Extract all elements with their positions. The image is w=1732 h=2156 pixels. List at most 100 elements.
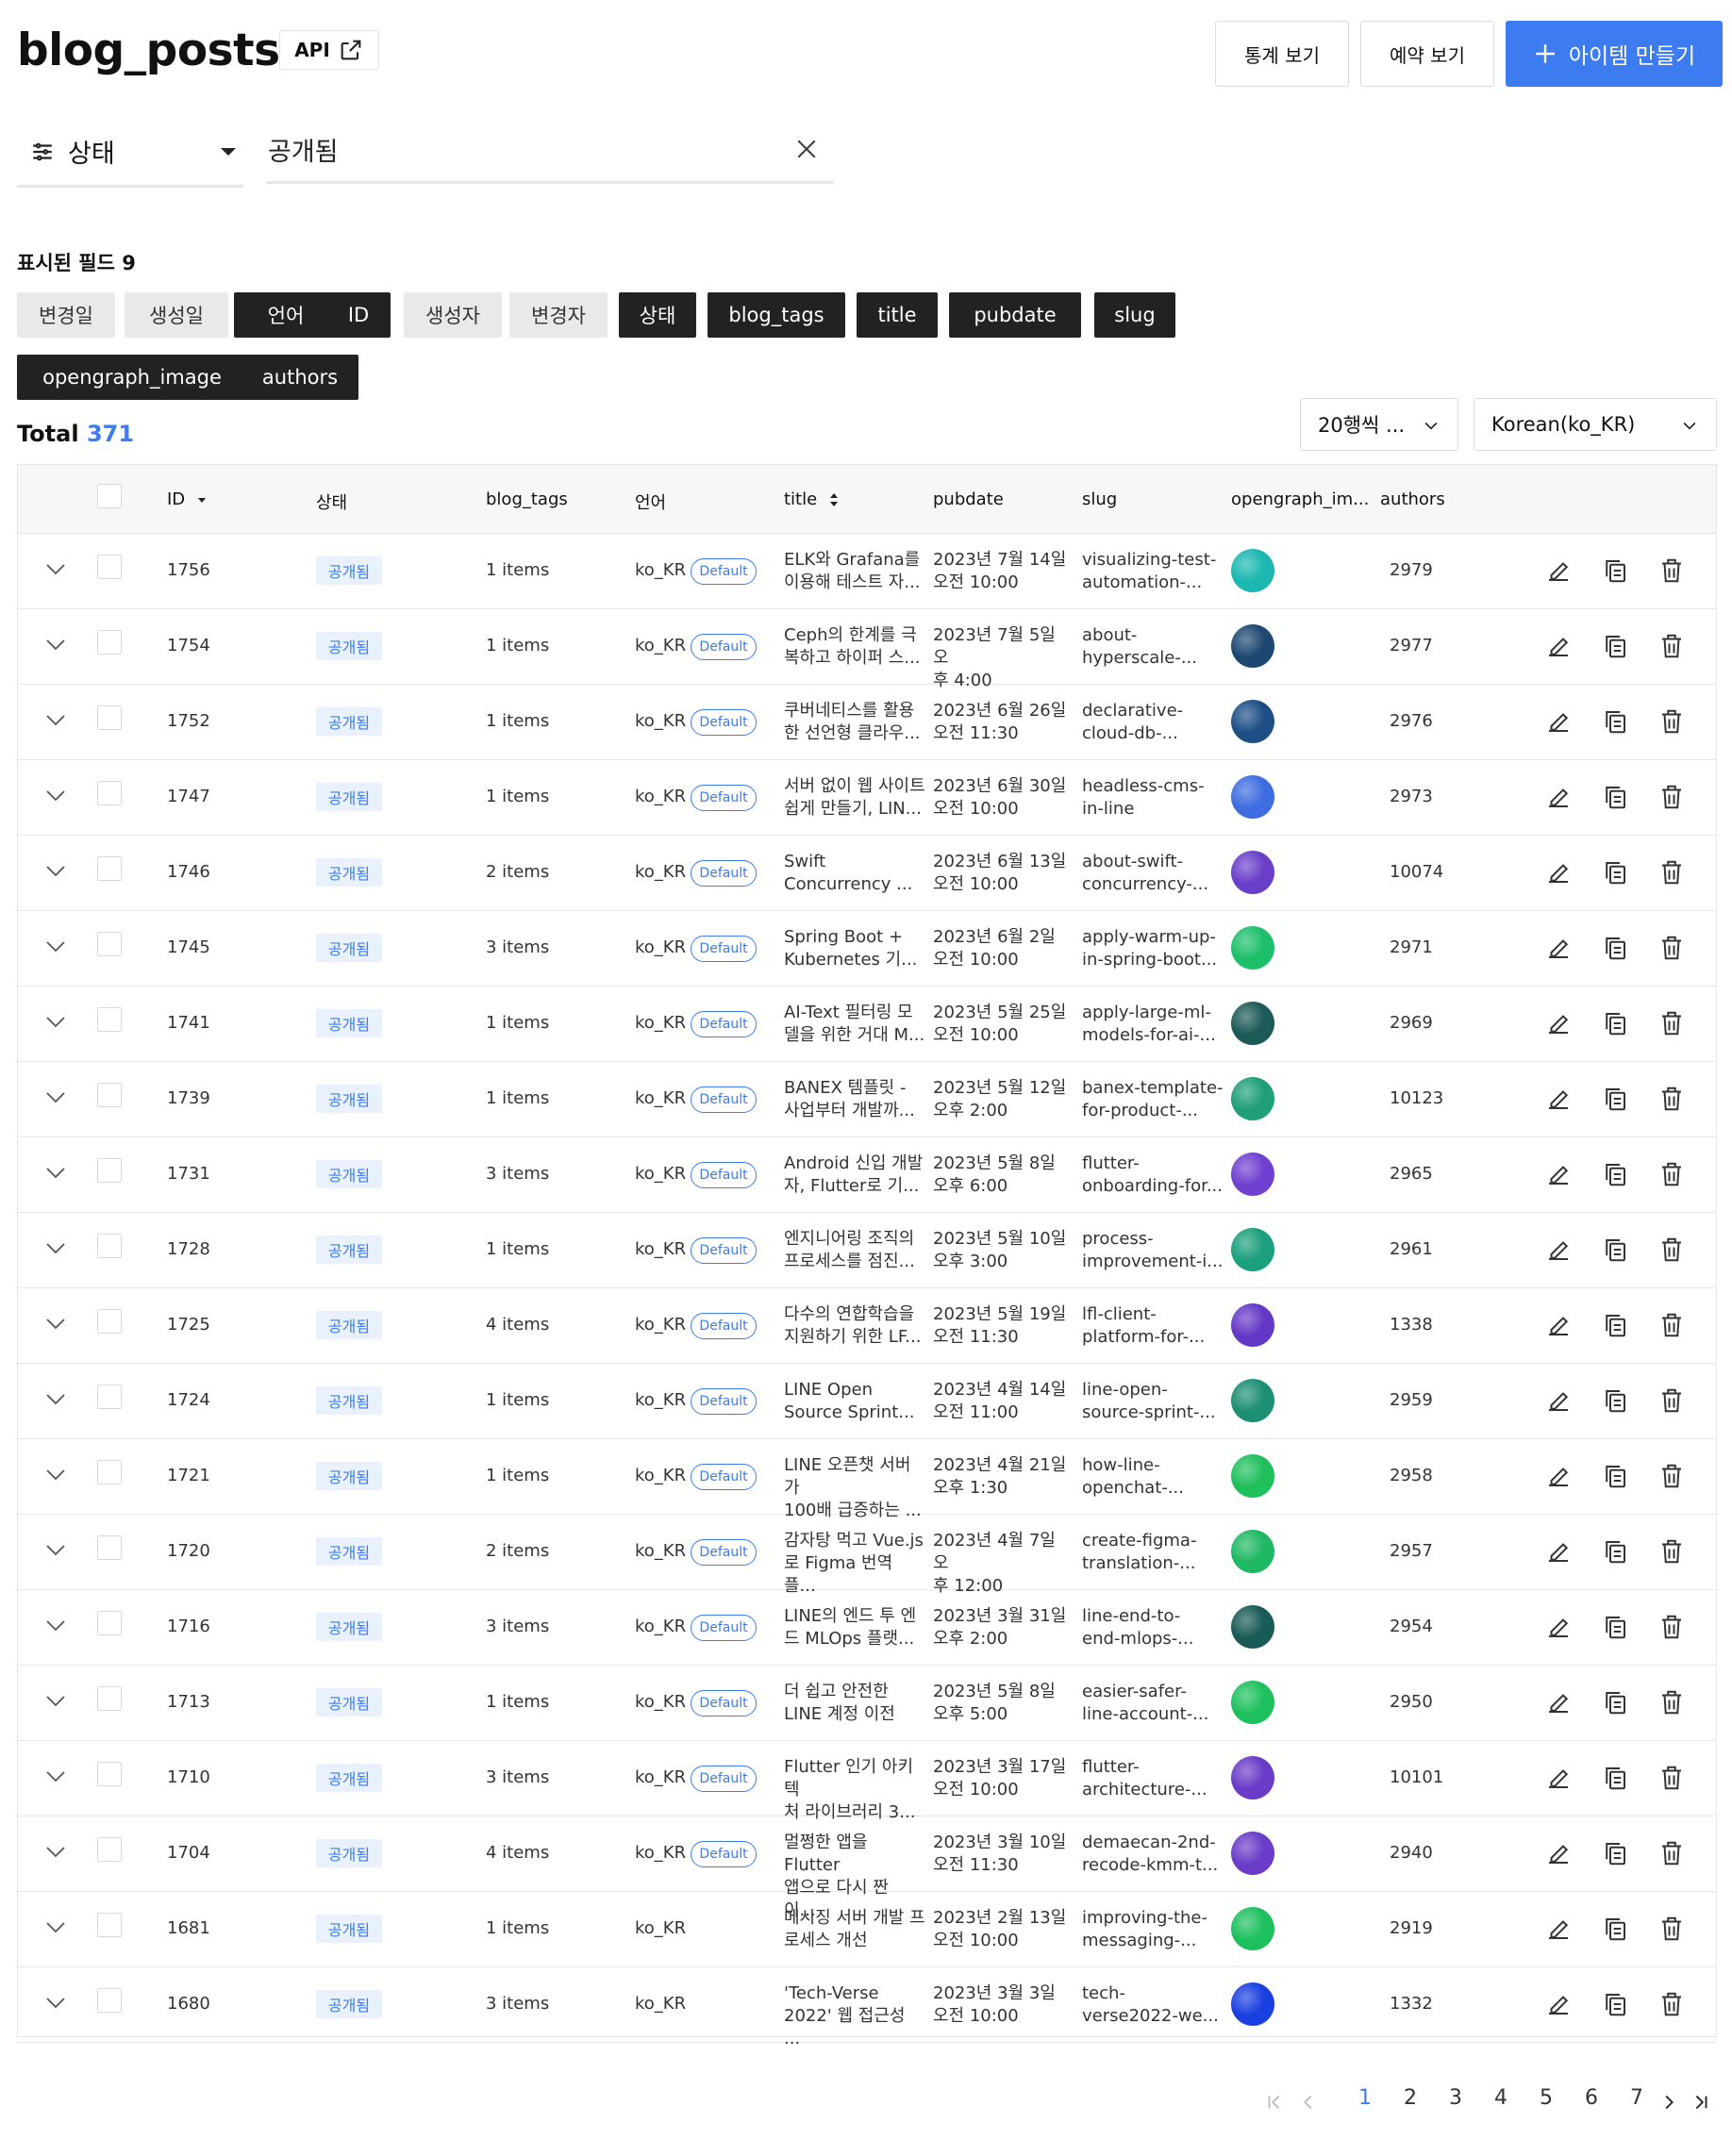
- trash-icon[interactable]: [1657, 934, 1686, 962]
- expand-chevron-icon[interactable]: [44, 1996, 67, 2011]
- edit-icon[interactable]: [1544, 1462, 1573, 1490]
- expand-chevron-icon[interactable]: [44, 562, 67, 577]
- table-row[interactable]: 1725 공개됨 4 items ko_KR Default 다수의 연합학습을 지원하기 …: [18, 1288, 1716, 1364]
- trash-icon[interactable]: [1657, 783, 1686, 811]
- edit-icon[interactable]: [1544, 707, 1573, 736]
- edit-icon[interactable]: [1544, 632, 1573, 660]
- table-row[interactable]: 1739 공개됨 1 items ko_KR Default BANEX 템플릿 - 사업부…: [18, 1062, 1716, 1137]
- copy-icon[interactable]: [1601, 934, 1629, 962]
- next-page-icon[interactable]: [1658, 2092, 1679, 2113]
- expand-chevron-icon[interactable]: [44, 1392, 67, 1407]
- table-row[interactable]: 1754 공개됨 1 items ko_KR Default Ceph의 한계를 극 복하고…: [18, 609, 1716, 690]
- trash-icon[interactable]: [1657, 1688, 1686, 1717]
- expand-chevron-icon[interactable]: [44, 1618, 67, 1634]
- column-header-title[interactable]: title: [784, 489, 840, 509]
- page-number[interactable]: 5: [1532, 2086, 1560, 2110]
- table-row[interactable]: 1746 공개됨 2 items ko_KR Default Swift Concurren…: [18, 836, 1716, 911]
- copy-icon[interactable]: [1601, 556, 1629, 585]
- table-row[interactable]: 1716 공개됨 3 items ko_KR Default LINE의 엔드 투 엔드 …: [18, 1590, 1716, 1666]
- edit-icon[interactable]: [1544, 1236, 1573, 1264]
- edit-icon[interactable]: [1544, 1839, 1573, 1867]
- field-chip[interactable]: 언어: [234, 292, 338, 338]
- row-checkbox[interactable]: [97, 1007, 122, 1032]
- column-header-image[interactable]: opengraph_im...: [1231, 489, 1369, 509]
- row-checkbox[interactable]: [97, 1385, 122, 1409]
- column-header-tags[interactable]: blog_tags: [486, 489, 568, 509]
- expand-chevron-icon[interactable]: [44, 1241, 67, 1256]
- table-row[interactable]: 1731 공개됨 3 items ko_KR Default Android 신입 개발 자…: [18, 1137, 1716, 1213]
- copy-icon[interactable]: [1601, 1085, 1629, 1113]
- filter-field-select[interactable]: 상태: [17, 118, 243, 188]
- rows-per-page-select[interactable]: 20행씩 ...: [1300, 398, 1458, 451]
- field-chip[interactable]: 생성자: [404, 292, 502, 338]
- edit-icon[interactable]: [1544, 1990, 1573, 2018]
- copy-icon[interactable]: [1601, 1311, 1629, 1339]
- trash-icon[interactable]: [1657, 1009, 1686, 1037]
- trash-icon[interactable]: [1657, 556, 1686, 585]
- trash-icon[interactable]: [1657, 1160, 1686, 1188]
- table-row[interactable]: 1681 공개됨 1 items ko_KR 메시징 서버 개발 프 로세스 개선 2023…: [18, 1892, 1716, 1967]
- table-row[interactable]: 1728 공개됨 1 items ko_KR Default 엔지니어링 조직의 프로세스를…: [18, 1213, 1716, 1288]
- expand-chevron-icon[interactable]: [44, 1468, 67, 1483]
- expand-chevron-icon[interactable]: [44, 1769, 67, 1784]
- field-chip[interactable]: authors: [241, 355, 358, 400]
- trash-icon[interactable]: [1657, 858, 1686, 887]
- column-header-id[interactable]: ID: [167, 489, 208, 509]
- trash-icon[interactable]: [1657, 1613, 1686, 1641]
- row-checkbox[interactable]: [97, 1762, 122, 1786]
- row-checkbox[interactable]: [97, 1309, 122, 1334]
- expand-chevron-icon[interactable]: [44, 788, 67, 804]
- edit-icon[interactable]: [1544, 934, 1573, 962]
- row-checkbox[interactable]: [97, 1234, 122, 1258]
- expand-chevron-icon[interactable]: [44, 1166, 67, 1181]
- column-header-slug[interactable]: slug: [1082, 489, 1117, 509]
- page-number[interactable]: 7: [1623, 2086, 1651, 2110]
- expand-chevron-icon[interactable]: [44, 1317, 67, 1332]
- copy-icon[interactable]: [1601, 783, 1629, 811]
- last-page-icon[interactable]: [1690, 2092, 1711, 2113]
- close-icon[interactable]: [792, 135, 821, 163]
- edit-icon[interactable]: [1544, 1537, 1573, 1566]
- table-row[interactable]: 1710 공개됨 3 items ko_KR Default Flutter 인기 아키텍…: [18, 1741, 1716, 1822]
- row-checkbox[interactable]: [97, 1460, 122, 1484]
- table-row[interactable]: 1724 공개됨 1 items ko_KR Default LINE Open Sourc…: [18, 1364, 1716, 1439]
- edit-icon[interactable]: [1544, 1085, 1573, 1113]
- schedule-button[interactable]: 예약 보기: [1360, 21, 1494, 87]
- expand-chevron-icon[interactable]: [44, 1845, 67, 1860]
- copy-icon[interactable]: [1601, 1236, 1629, 1264]
- row-checkbox[interactable]: [97, 1535, 122, 1560]
- expand-chevron-icon[interactable]: [44, 1015, 67, 1030]
- expand-chevron-icon[interactable]: [44, 638, 67, 653]
- copy-icon[interactable]: [1601, 707, 1629, 736]
- edit-icon[interactable]: [1544, 1311, 1573, 1339]
- trash-icon[interactable]: [1657, 632, 1686, 660]
- column-header-lang[interactable]: 언어: [635, 489, 666, 514]
- column-header-pubdate[interactable]: pubdate: [933, 489, 1004, 509]
- row-checkbox[interactable]: [97, 1611, 122, 1635]
- row-checkbox[interactable]: [97, 856, 122, 881]
- create-item-button[interactable]: 아이템 만들기: [1506, 21, 1723, 87]
- locale-select[interactable]: Korean(ko_KR): [1474, 398, 1717, 451]
- page-number[interactable]: 4: [1487, 2086, 1515, 2110]
- api-button[interactable]: API: [279, 30, 379, 70]
- table-row[interactable]: 1704 공개됨 4 items ko_KR Default 멀쩡한 앱을 Flutter…: [18, 1816, 1716, 1920]
- copy-icon[interactable]: [1601, 1537, 1629, 1566]
- field-chip[interactable]: 생성일: [125, 292, 228, 338]
- row-checkbox[interactable]: [97, 555, 122, 579]
- expand-chevron-icon[interactable]: [44, 713, 67, 728]
- table-row[interactable]: 1745 공개됨 3 items ko_KR Default Spring Boot + K…: [18, 911, 1716, 987]
- field-chip[interactable]: 변경자: [509, 292, 608, 338]
- expand-chevron-icon[interactable]: [44, 939, 67, 954]
- row-checkbox[interactable]: [97, 1988, 122, 2013]
- row-checkbox[interactable]: [97, 630, 122, 655]
- trash-icon[interactable]: [1657, 1537, 1686, 1566]
- trash-icon[interactable]: [1657, 1462, 1686, 1490]
- field-chip[interactable]: blog_tags: [708, 292, 845, 338]
- field-chip[interactable]: slug: [1094, 292, 1175, 338]
- copy-icon[interactable]: [1601, 1613, 1629, 1641]
- copy-icon[interactable]: [1601, 1386, 1629, 1415]
- trash-icon[interactable]: [1657, 1085, 1686, 1113]
- edit-icon[interactable]: [1544, 1160, 1573, 1188]
- table-row[interactable]: 1680 공개됨 3 items ko_KR 'Tech-Verse 2022' 웹 접근…: [18, 1967, 1716, 2048]
- table-row[interactable]: 1741 공개됨 1 items ko_KR Default AI-Text 필터링 모델…: [18, 987, 1716, 1062]
